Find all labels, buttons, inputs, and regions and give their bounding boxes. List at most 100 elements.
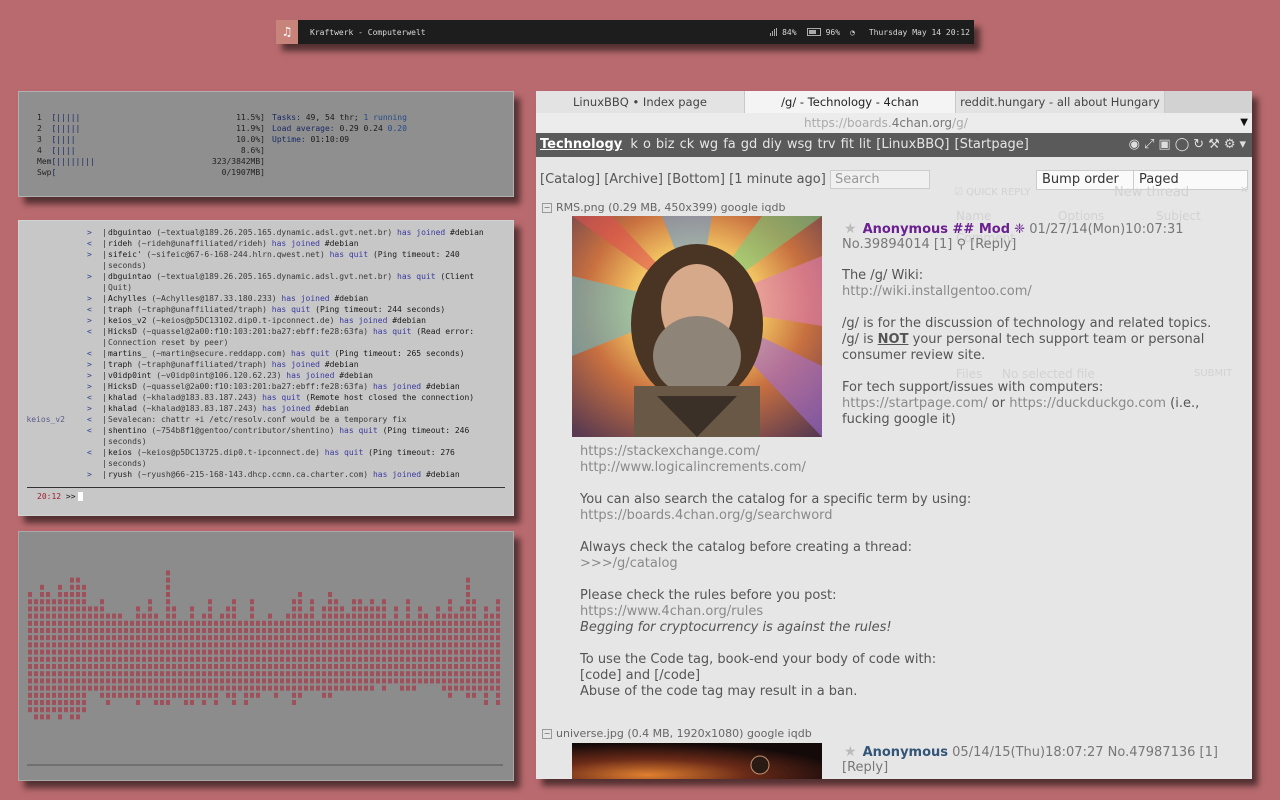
- reply-link[interactable]: [Reply]: [842, 760, 888, 776]
- quick-reply-title[interactable]: ☑ QUICK REPLY: [954, 187, 1031, 198]
- board-link[interactable]: k: [630, 137, 638, 152]
- spectrum-cell: [40, 620, 44, 626]
- spectrum-cell: [256, 635, 260, 641]
- catalog-link[interactable]: [Catalog]: [540, 172, 600, 187]
- hide-post-icon[interactable]: −: [542, 729, 552, 739]
- board-link[interactable]: biz: [656, 137, 675, 152]
- star-icon[interactable]: ★: [844, 744, 857, 760]
- music-icon[interactable]: ♫: [276, 20, 298, 44]
- irc-action: has joined: [397, 228, 446, 237]
- spectrum-cell: [280, 664, 284, 669]
- address-bar[interactable]: https://boards.4chan.org/g/ ▼: [536, 113, 1252, 133]
- refresh-icon[interactable]: ↻: [1193, 133, 1204, 157]
- new-thread-select[interactable]: New thread: [1114, 185, 1189, 200]
- htop-terminal[interactable]: 1 [||||| 11.5%] 2 [||||| 11.9%] 3 [|||| 10.…: [18, 91, 514, 197]
- eye-icon[interactable]: ◉: [1129, 133, 1140, 157]
- spectrum-cell: [382, 599, 386, 605]
- searchword-link[interactable]: https://boards.4chan.org/g/searchword: [580, 508, 833, 523]
- spectrum-cell: [472, 635, 476, 641]
- wiki-link[interactable]: http://wiki.installgentoo.com/: [842, 284, 1032, 299]
- board-current[interactable]: Technology: [540, 137, 622, 152]
- bottom-link[interactable]: [Bottom]: [667, 172, 725, 187]
- file-name[interactable]: universe.jpg: [556, 727, 624, 740]
- reverse-search-links[interactable]: google iqdb: [747, 727, 812, 740]
- spectrum-cell: [112, 628, 116, 633]
- spectrum-cell: [412, 649, 416, 655]
- spectrum-cell: [256, 642, 260, 648]
- board-link[interactable]: lit: [859, 137, 871, 152]
- board-link[interactable]: wg: [699, 137, 718, 152]
- irc-input[interactable]: 20:12 >>: [37, 492, 83, 501]
- board-link[interactable]: fa: [723, 137, 736, 152]
- post-number[interactable]: No.47987136: [1108, 745, 1196, 760]
- spectrum-cell: [412, 678, 416, 684]
- file-name[interactable]: RMS.png: [556, 201, 605, 214]
- board-link[interactable]: [Startpage]: [955, 137, 1029, 152]
- irc-line: > | traph (~traph@unaffiliated/traph) has …: [19, 359, 509, 370]
- post-number[interactable]: No.39894014: [842, 237, 930, 252]
- spectrum-cell: [184, 642, 188, 648]
- spectrum-cell: [358, 599, 362, 605]
- search-input[interactable]: Search: [829, 170, 930, 189]
- spectrum-cell: [352, 685, 356, 691]
- chevron-down-icon[interactable]: ▼: [1240, 113, 1248, 133]
- board-link[interactable]: trv: [817, 137, 835, 152]
- board-link[interactable]: wsg: [787, 137, 813, 152]
- tab-4chan-g[interactable]: /g/ - Technology - 4chan: [745, 91, 956, 113]
- duckduckgo-link[interactable]: https://duckduckgo.com: [1009, 396, 1166, 411]
- spectrum-cell: [310, 664, 314, 669]
- logicalincrements-link[interactable]: http://www.logicalincrements.com/: [580, 460, 806, 475]
- board-link[interactable]: [LinuxBBQ]: [876, 137, 949, 152]
- post-image-thumbnail[interactable]: [572, 216, 822, 437]
- spectrum-cell: [82, 584, 86, 590]
- spectrum-cell: [52, 649, 56, 655]
- spectrum-cell: [472, 685, 476, 691]
- reverse-search-links[interactable]: google iqdb: [721, 201, 786, 214]
- irc-action: has joined: [372, 382, 422, 391]
- board-link[interactable]: o: [643, 137, 651, 152]
- spectrum-cell: [100, 678, 104, 684]
- startpage-link[interactable]: https://startpage.com/: [842, 396, 988, 411]
- close-icon[interactable]: ✕: [1240, 185, 1248, 196]
- irc-terminal[interactable]: > | dbguintao (~textual@189.26.205.165.dyn…: [18, 220, 514, 516]
- hide-post-icon[interactable]: −: [542, 203, 552, 213]
- volume-indicator[interactable]: 84%: [770, 28, 797, 37]
- board-link[interactable]: ck: [680, 137, 695, 152]
- spectrum-cell: [124, 635, 128, 641]
- spectrum-cell: [472, 599, 476, 605]
- chevron-down-icon[interactable]: ▾: [1239, 133, 1246, 157]
- board-link[interactable]: fit: [841, 137, 854, 152]
- board-link[interactable]: diy: [762, 137, 782, 152]
- archive-link[interactable]: [Archive]: [604, 172, 663, 187]
- catalog-crosslink[interactable]: >>>/g/catalog: [580, 556, 678, 571]
- spectrum-cell: [244, 628, 248, 633]
- spectrum-cell: [412, 664, 416, 669]
- tab-linuxbbq[interactable]: LinuxBBQ • Index page: [536, 91, 745, 113]
- reply-link[interactable]: [Reply]: [970, 237, 1016, 252]
- stackexchange-link[interactable]: https://stackexchange.com/: [580, 444, 760, 459]
- star-icon[interactable]: ★: [844, 221, 857, 237]
- gear-icon[interactable]: ⚙: [1224, 133, 1236, 157]
- chat-icon[interactable]: ◯: [1175, 133, 1190, 157]
- rules-link[interactable]: https://www.4chan.org/rules: [580, 604, 763, 619]
- spectrum-cell: [256, 692, 260, 698]
- spectrum-cell: [46, 613, 50, 619]
- spectrum-cell: [400, 656, 404, 662]
- expand-icon[interactable]: ⤢: [1144, 133, 1154, 157]
- image-icon[interactable]: ▣: [1158, 133, 1170, 157]
- spectrum-cell: [406, 664, 410, 669]
- spectrum-cell: [256, 620, 260, 626]
- spectrum-cell: [496, 599, 500, 605]
- spectrum-cell: [70, 606, 74, 612]
- updated-link[interactable]: [1 minute ago]: [729, 172, 826, 187]
- spectrum-cell: [64, 656, 68, 662]
- tab-reddit-hungary[interactable]: reddit.hungary - all about Hungary: [956, 91, 1165, 113]
- spectrum-cell: [52, 700, 56, 705]
- irc-user: v0idp0int: [108, 371, 152, 380]
- spectrum-cell: [430, 656, 434, 662]
- post-image-thumbnail[interactable]: [572, 743, 822, 779]
- spectrum-cell: [448, 613, 452, 619]
- board-link[interactable]: gd: [741, 137, 758, 152]
- spectrum-cell: [88, 620, 92, 626]
- wrench-icon[interactable]: ⚒: [1208, 133, 1220, 157]
